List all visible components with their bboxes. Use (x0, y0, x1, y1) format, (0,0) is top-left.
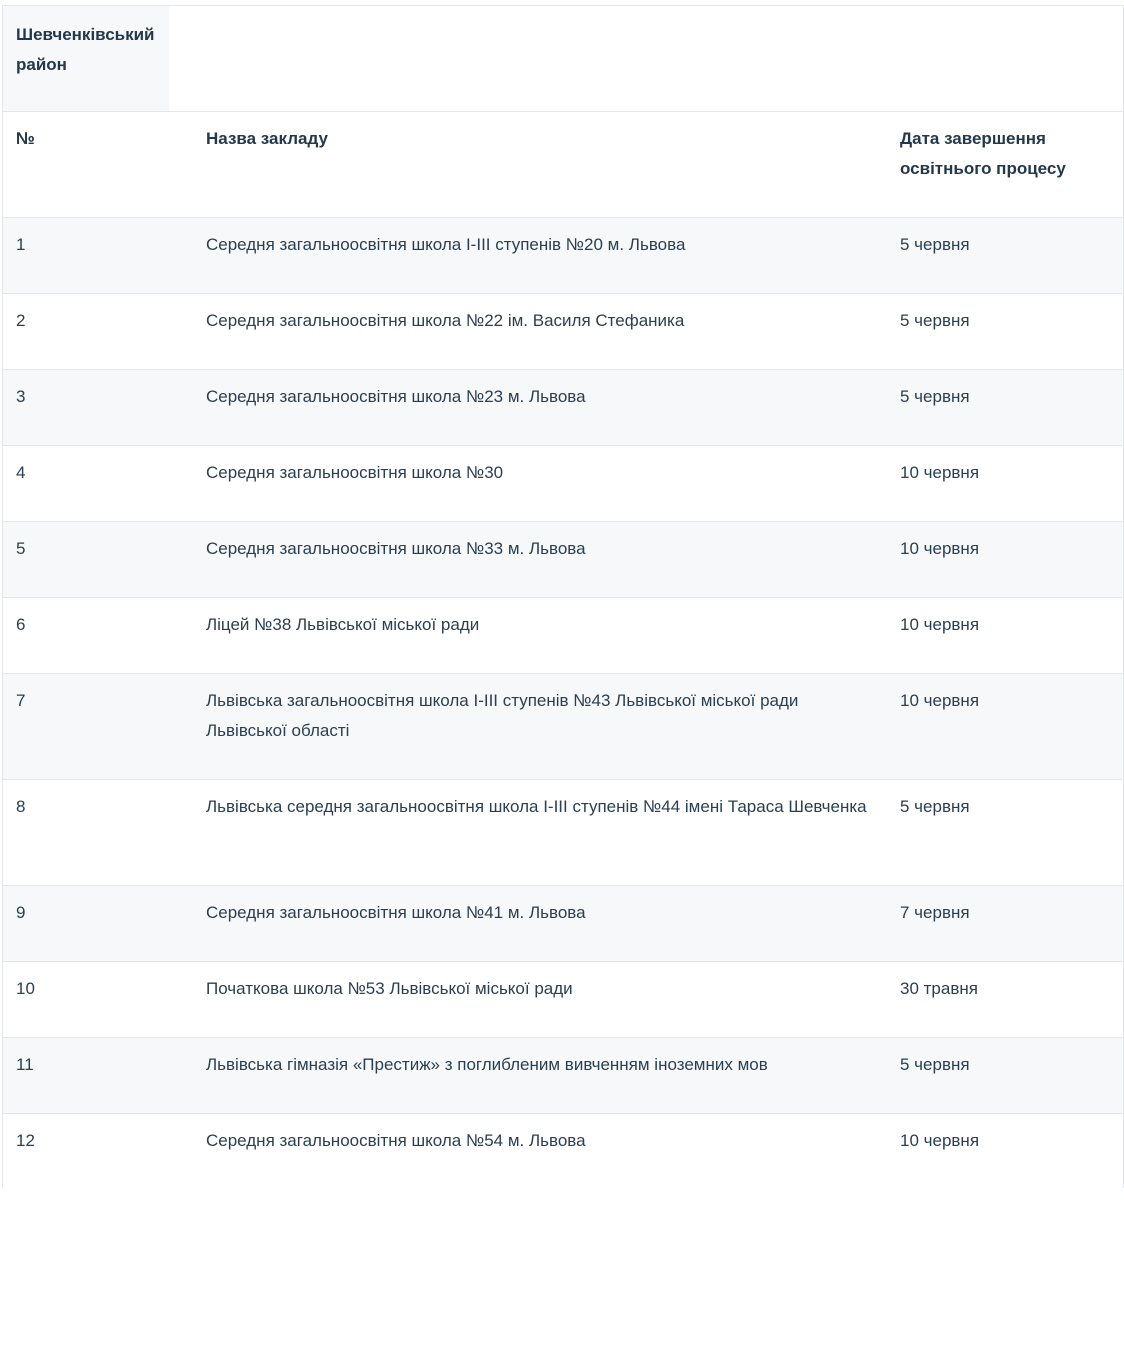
row-date: 10 червня (900, 691, 980, 710)
row-name: Середня загальноосвітня школа №41 м. Льв… (206, 903, 586, 922)
row-date: 10 червня (900, 615, 980, 634)
table-row: 9 Середня загальноосвітня школа №41 м. Л… (3, 886, 1123, 962)
row-date: 5 червня (900, 311, 970, 330)
row-name: Середня загальноосвітня школа №30 (206, 463, 504, 482)
table-row: 10 Початкова школа №53 Львівської місько… (3, 962, 1123, 1038)
row-num: 7 (16, 691, 26, 710)
header-name: Назва закладу (206, 129, 328, 148)
row-date: 30 травня (900, 979, 978, 998)
row-name: Середня загальноосвітня школа №23 м. Льв… (206, 387, 586, 406)
row-num: 4 (16, 463, 26, 482)
table-row: 4 Середня загальноосвітня школа №30 10 ч… (3, 446, 1123, 522)
schools-table: Шевченківський район № Назва закладу Дат… (2, 5, 1124, 1188)
header-date: Дата завершення освітнього процесу (900, 129, 1066, 178)
table-row: 8 Львівська середня загальноосвітня школ… (3, 780, 1123, 886)
row-num: 8 (16, 797, 26, 816)
row-date: 5 червня (900, 797, 970, 816)
row-name: Ліцей №38 Львівської міської ради (206, 615, 480, 634)
row-date: 5 червня (900, 235, 970, 254)
table-row: 7 Львівська загальноосвітня школа І-ІІІ … (3, 674, 1123, 780)
row-date: 5 червня (900, 387, 970, 406)
row-name: Середня загальноосвітня школа №54 м. Льв… (206, 1131, 586, 1150)
row-name: Львівська загальноосвітня школа І-ІІІ ст… (206, 691, 799, 740)
row-num: 11 (16, 1055, 34, 1074)
table-row: 1 Середня загальноосвітня школа І-ІІІ ст… (3, 218, 1123, 294)
table-row: 5 Середня загальноосвітня школа №33 м. Л… (3, 522, 1123, 598)
table-row: 3 Середня загальноосвітня школа №23 м. Л… (3, 370, 1123, 446)
row-num: 12 (16, 1131, 35, 1150)
table-row: 6 Ліцей №38 Львівської міської ради 10 ч… (3, 598, 1123, 674)
row-num: 10 (16, 979, 35, 998)
row-name: Львівська середня загальноосвітня школа … (206, 797, 867, 816)
row-name: Середня загальноосвітня школа І-ІІІ ступ… (206, 235, 686, 254)
row-num: 2 (16, 311, 26, 330)
row-num: 3 (16, 387, 26, 406)
row-num: 1 (16, 235, 26, 254)
row-date: 10 червня (900, 539, 980, 558)
row-num: 5 (16, 539, 26, 558)
row-name: Середня загальноосвітня школа №33 м. Льв… (206, 539, 586, 558)
table-row: 11 Львівська гімназія «Престиж» з поглиб… (3, 1038, 1123, 1114)
row-num: 9 (16, 903, 26, 922)
district-name: Шевченківський район (3, 6, 169, 111)
row-date: 7 червня (900, 903, 970, 922)
table-row: 12 Середня загальноосвітня школа №54 м. … (3, 1114, 1123, 1188)
row-name: Початкова школа №53 Львівської міської р… (206, 979, 573, 998)
row-date: 5 червня (900, 1055, 970, 1074)
row-date: 10 червня (900, 463, 980, 482)
row-num: 6 (16, 615, 26, 634)
row-name: Львівська гімназія «Престиж» з поглиблен… (206, 1055, 768, 1074)
header-row: № Назва закладу Дата завершення освітньо… (3, 112, 1123, 218)
row-name: Середня загальноосвітня школа №22 ім. Ва… (206, 311, 685, 330)
row-date: 10 червня (900, 1131, 980, 1150)
header-num: № (16, 129, 35, 148)
table-row: 2 Середня загальноосвітня школа №22 ім. … (3, 294, 1123, 370)
district-row: Шевченківський район (3, 6, 1123, 112)
